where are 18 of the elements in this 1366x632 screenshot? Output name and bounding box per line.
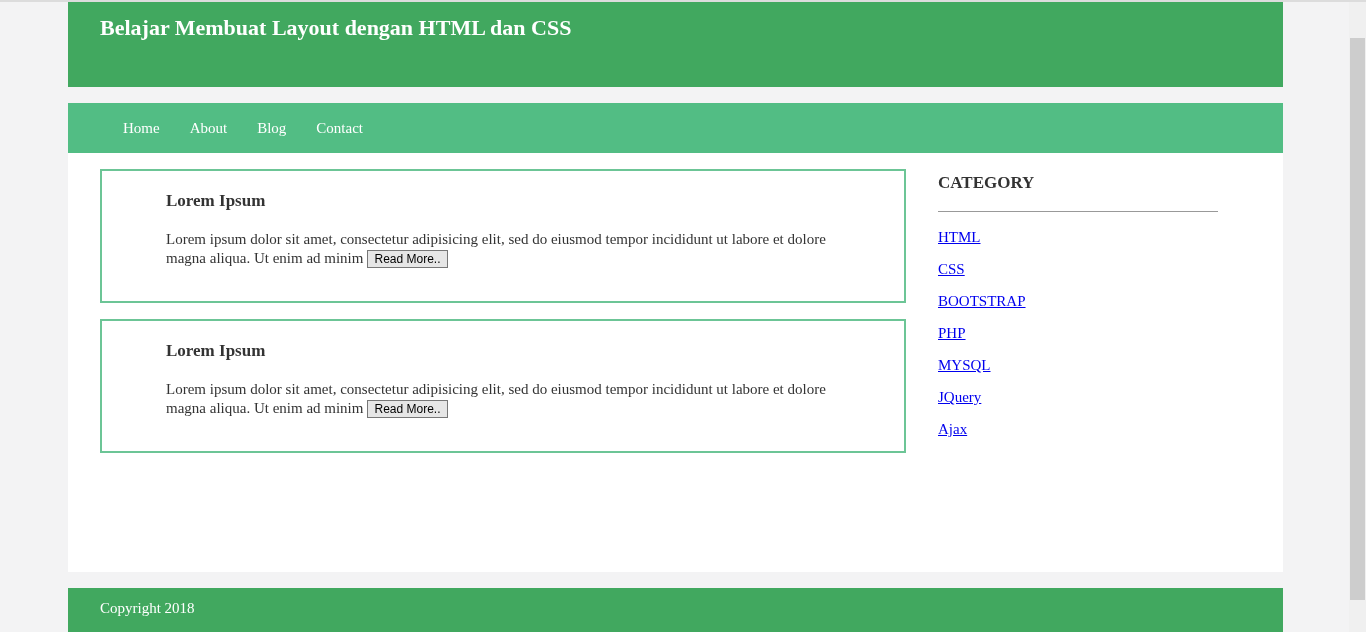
article-text: Lorem ipsum dolor sit amet, consectetur adipisicing elit, sed do eiusmod tempor incididunt ut labore et dolore magna aliqua. Ut enim ad minim Read More..	[166, 380, 827, 418]
category-link[interactable]: BOOTSTRAP	[938, 293, 1026, 310]
category-link[interactable]: MYSQL	[938, 357, 991, 374]
category-link[interactable]: HTML	[938, 229, 981, 246]
category-link[interactable]: CSS	[938, 261, 965, 278]
site-title: Belajar Membuat Layout dengan HTML dan CSS	[100, 15, 573, 41]
read-more-button[interactable]: Read More..	[367, 400, 448, 418]
read-more-button[interactable]: Read More..	[367, 250, 448, 268]
category-link[interactable]: PHP	[938, 325, 966, 342]
scrollbar-thumb[interactable]	[1350, 38, 1365, 600]
article-text: Lorem ipsum dolor sit amet, consectetur adipisicing elit, sed do eiusmod tempor incididunt ut labore et dolore magna aliqua. Ut enim ad minim Read More..	[166, 230, 827, 268]
copyright-text: Copyright 2018	[100, 600, 195, 616]
category-link[interactable]: Ajax	[938, 421, 968, 438]
sidebar-title: CATEGORY	[938, 173, 1218, 212]
article-title: Lorem Ipsum	[166, 341, 267, 361]
category-link[interactable]: JQuery	[938, 389, 982, 406]
scrollbar[interactable]	[1349, 2, 1366, 632]
article-title: Lorem Ipsum	[166, 191, 267, 211]
